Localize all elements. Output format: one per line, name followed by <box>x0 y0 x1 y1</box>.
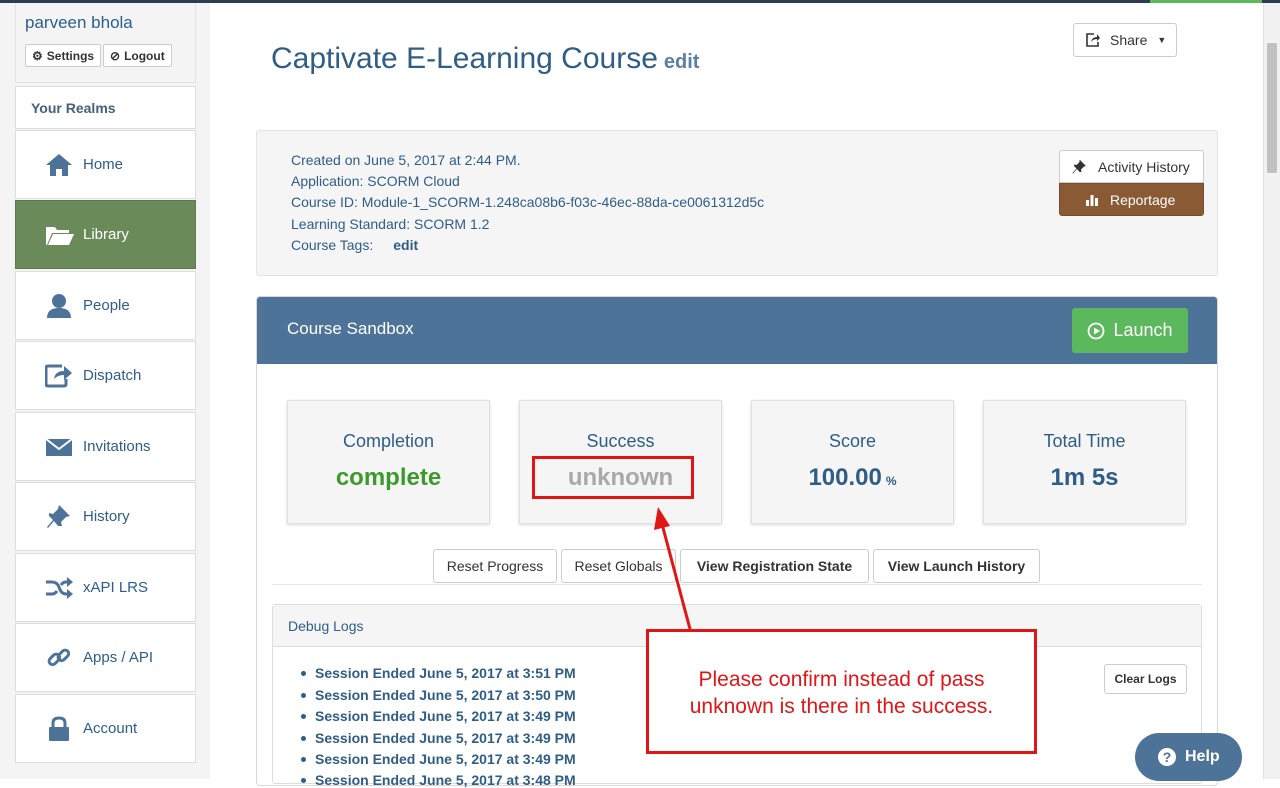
stat-label: Completion <box>342 431 435 451</box>
sidebar-item-label: Invitations <box>83 438 151 455</box>
user-panel: parveen bhola ⚙ Settings ⊘ Logout <box>15 3 196 83</box>
score-value: 100.00 <box>808 464 882 491</box>
log-item[interactable]: Session Ended June 5, 2017 at 3:49 PM <box>301 751 576 767</box>
clear-logs-button[interactable]: Clear Logs <box>1104 664 1187 694</box>
stat-score: Score 100.00% <box>751 400 954 524</box>
total-time-value: 1m 5s <box>1050 464 1119 491</box>
edit-title-link[interactable]: edit <box>664 51 700 73</box>
envelope-icon <box>45 438 73 456</box>
settings-button[interactable]: ⚙ Settings <box>25 44 102 67</box>
page-title: Captivate E-Learning Course edit <box>271 42 699 76</box>
log-item[interactable]: Session Ended June 5, 2017 at 3:48 PM <box>301 772 576 788</box>
sidebar-item-invitations[interactable]: Invitations <box>15 412 196 481</box>
sidebar-item-label: Account <box>83 720 138 737</box>
log-item[interactable]: Session Ended June 5, 2017 at 3:51 PM <box>301 665 576 681</box>
score-unit: % <box>885 474 897 488</box>
stat-label: Success <box>586 431 655 451</box>
share-icon <box>45 364 72 388</box>
ban-icon: ⊘ <box>110 48 121 63</box>
sidebar-item-library[interactable]: Library <box>15 200 196 269</box>
divider <box>272 584 1202 585</box>
logout-label: Logout <box>124 48 165 63</box>
log-item[interactable]: Session Ended June 5, 2017 at 3:49 PM <box>301 708 576 724</box>
callout-line: unknown is there in the success. <box>689 695 994 718</box>
course-id-text: Course ID: Module-1_SCORM-1.248ca08b6-f0… <box>291 194 765 210</box>
user-name: parveen bhola <box>25 13 133 32</box>
callout-text: Please confirm instead of pass unknown i… <box>649 666 1034 720</box>
scrollbar-thumb[interactable] <box>1267 43 1277 173</box>
logout-button[interactable]: ⊘ Logout <box>103 44 172 67</box>
application-text: Application: SCORM Cloud <box>291 173 460 189</box>
sidebar-item-label: History <box>83 508 130 525</box>
sidebar-item-apps-api[interactable]: Apps / API <box>15 623 196 692</box>
sidebar-item-label: Home <box>83 156 124 173</box>
scrollbar[interactable] <box>1263 3 1280 779</box>
sidebar-item-label: Dispatch <box>83 367 142 384</box>
caret-down-icon: ▼ <box>1157 35 1167 45</box>
score-value-row: 100.00% <box>752 464 953 492</box>
sidebar-item-label: Apps / API <box>83 649 154 666</box>
sidebar-item-label: People <box>83 297 130 314</box>
view-registration-state-button[interactable]: View Registration State <box>680 549 869 583</box>
home-icon <box>46 154 72 176</box>
settings-label: Settings <box>46 48 95 63</box>
reportage-label: Reportage <box>1110 191 1176 208</box>
log-item[interactable]: Session Ended June 5, 2017 at 3:50 PM <box>301 687 576 703</box>
launch-label: Launch <box>1113 320 1173 340</box>
sidebar-item-dispatch[interactable]: Dispatch <box>15 341 196 410</box>
course-tags-row: Course Tags: edit <box>291 237 418 253</box>
realms-heading[interactable]: Your Realms <box>15 86 196 129</box>
learning-standard-text: Learning Standard: SCORM 1.2 <box>291 216 490 232</box>
sidebar-item-people[interactable]: People <box>15 271 196 340</box>
help-button[interactable]: ? Help <box>1135 733 1242 781</box>
question-circle-icon: ? <box>1158 748 1176 766</box>
sandbox-title: Course Sandbox <box>287 319 414 338</box>
pushpin-icon <box>1072 159 1086 173</box>
reset-globals-button[interactable]: Reset Globals <box>561 549 676 583</box>
share-icon <box>1086 33 1100 47</box>
gear-icon: ⚙ <box>32 48 43 63</box>
reportage-button[interactable]: Reportage <box>1059 183 1204 216</box>
help-label: Help <box>1185 748 1220 765</box>
callout-line: Please confirm instead of pass <box>698 668 985 691</box>
sidebar-item-history[interactable]: History <box>15 482 196 551</box>
log-item[interactable]: Session Ended June 5, 2017 at 3:49 PM <box>301 730 576 746</box>
bar-chart-icon <box>1086 194 1098 206</box>
top-bar-accent <box>1150 0 1262 3</box>
pushpin-icon <box>47 505 70 528</box>
folder-open-icon <box>46 227 74 245</box>
course-tags-label: Course Tags: <box>291 237 374 253</box>
stat-label: Score <box>828 431 877 451</box>
created-text: Created on June 5, 2017 at 2:44 PM. <box>291 152 521 168</box>
link-icon <box>47 648 71 667</box>
course-title: Captivate E-Learning Course <box>271 42 658 75</box>
stat-label: Total Time <box>1043 431 1126 451</box>
sandbox-header: Course Sandbox Launch <box>257 297 1217 364</box>
edit-tags-link[interactable]: edit <box>393 237 418 253</box>
sidebar-item-label: Library <box>83 226 129 243</box>
view-launch-history-button[interactable]: View Launch History <box>873 549 1040 583</box>
sidebar-item-label: xAPI LRS <box>83 579 149 596</box>
stat-completion: Completion complete <box>287 400 490 524</box>
activity-history-button[interactable]: Activity History <box>1059 150 1204 183</box>
annotation-callout: Please confirm instead of pass unknown i… <box>646 629 1037 754</box>
share-label: Share <box>1110 32 1148 48</box>
share-button[interactable]: Share ▼ <box>1073 23 1177 57</box>
play-circle-icon <box>1088 322 1105 339</box>
annotation-highlight-box <box>532 456 694 499</box>
sidebar-item-home[interactable]: Home <box>15 130 196 199</box>
sidebar-item-xapi-lrs[interactable]: xAPI LRS <box>15 553 196 622</box>
lock-icon <box>49 716 69 741</box>
launch-button[interactable]: Launch <box>1072 308 1188 353</box>
user-icon <box>47 294 71 318</box>
completion-value: complete <box>335 464 442 491</box>
random-icon <box>46 577 73 599</box>
sidebar-item-account[interactable]: Account <box>15 694 196 763</box>
stat-total-time: Total Time 1m 5s <box>983 400 1186 524</box>
activity-history-label: Activity History <box>1098 158 1190 175</box>
reset-progress-button[interactable]: Reset Progress <box>433 549 557 583</box>
svg-text:?: ? <box>1163 749 1172 765</box>
